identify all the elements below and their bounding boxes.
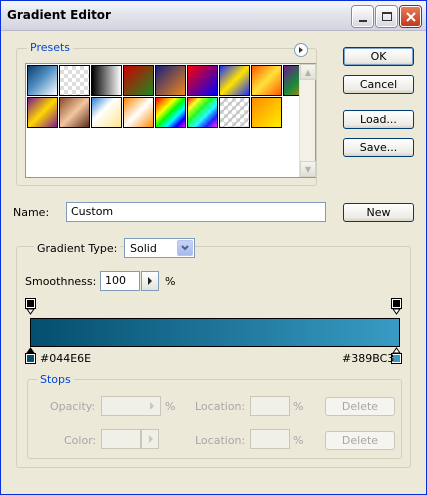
save-button[interactable]: Save... <box>343 138 414 157</box>
preset-swatch[interactable] <box>27 97 58 128</box>
preset-swatch[interactable] <box>91 97 122 128</box>
color-swatch-box[interactable] <box>101 429 141 449</box>
preset-swatch[interactable] <box>251 97 282 128</box>
color-stop-left[interactable] <box>25 347 36 367</box>
color-picker-button[interactable] <box>141 429 159 449</box>
presets-legend: Presets <box>27 41 74 54</box>
opacity-stop-icon <box>391 298 402 315</box>
maximize-icon <box>381 12 392 21</box>
close-icon <box>405 11 416 22</box>
opacity-input[interactable] <box>101 396 161 416</box>
color-label: Color: <box>64 434 97 447</box>
cancel-button[interactable]: Cancel <box>343 75 414 94</box>
opacity-stop-left[interactable] <box>25 298 36 318</box>
preset-swatch[interactable] <box>219 65 250 96</box>
color-stop-icon <box>25 347 36 364</box>
opacity-label: Opacity: <box>50 400 96 413</box>
preset-swatch[interactable] <box>123 65 154 96</box>
load-button[interactable]: Load... <box>343 110 414 129</box>
gradient-type-value: Solid <box>130 242 157 255</box>
ok-button[interactable]: OK <box>343 47 414 66</box>
color-delete-button[interactable]: Delete <box>325 431 395 450</box>
preset-swatch[interactable] <box>187 97 218 128</box>
gradient-type-dropdown-button[interactable] <box>177 240 193 256</box>
smoothness-unit: % <box>165 275 176 288</box>
opacity-location-label: Location: <box>195 400 246 413</box>
chevron-down-icon <box>181 245 189 251</box>
new-button[interactable]: New <box>343 203 414 222</box>
play-arrow-icon <box>150 402 154 410</box>
close-button[interactable] <box>400 6 421 27</box>
end-color-label: #389BC3 <box>342 352 395 365</box>
name-input[interactable]: Custom <box>66 202 326 222</box>
opacity-delete-button[interactable]: Delete <box>325 397 395 416</box>
preset-swatch[interactable] <box>251 65 282 96</box>
gradient-editor-window: Gradient Editor Presets ▲ ▼ OK Cancel Lo… <box>0 0 427 495</box>
preset-swatch[interactable] <box>187 65 218 96</box>
name-label: Name: <box>13 206 50 219</box>
opacity-stop-icon <box>25 298 36 315</box>
preset-swatch[interactable] <box>123 97 154 128</box>
preset-swatch[interactable] <box>155 97 186 128</box>
smoothness-input[interactable]: 100 <box>100 271 140 291</box>
preset-swatch[interactable] <box>155 65 186 96</box>
presets-scrollbar[interactable]: ▲ ▼ <box>299 64 316 177</box>
scroll-up-icon: ▲ <box>304 67 312 77</box>
smoothness-label: Smoothness: <box>25 275 97 288</box>
scroll-down-button[interactable]: ▼ <box>300 161 316 177</box>
preset-swatch[interactable] <box>91 65 122 96</box>
scroll-down-icon: ▼ <box>304 164 312 174</box>
title-bar[interactable]: Gradient Editor <box>1 1 426 31</box>
presets-menu-button[interactable] <box>294 43 308 57</box>
preset-swatch[interactable] <box>59 97 90 128</box>
opacity-stop-right[interactable] <box>391 298 402 318</box>
preset-swatch[interactable] <box>27 65 58 96</box>
gradient-type-label: Gradient Type: <box>34 242 121 255</box>
color-location-input[interactable] <box>250 429 290 449</box>
presets-list[interactable]: ▲ ▼ <box>25 63 316 178</box>
window-title: Gradient Editor <box>7 8 111 22</box>
stops-legend: Stops <box>37 373 74 386</box>
gradient-type-select[interactable]: Solid <box>124 238 195 258</box>
play-arrow-icon <box>148 277 152 285</box>
opacity-location-input[interactable] <box>250 396 290 416</box>
minimize-icon <box>358 19 367 22</box>
play-arrow-icon <box>299 47 303 53</box>
opacity-unit: % <box>165 400 176 413</box>
color-location-unit: % <box>293 434 304 447</box>
scroll-up-button[interactable]: ▲ <box>300 64 316 80</box>
play-arrow-icon <box>149 435 153 443</box>
gradient-preview-bar[interactable] <box>30 318 400 347</box>
preset-swatch[interactable] <box>59 65 90 96</box>
smoothness-stepper-button[interactable] <box>141 271 159 291</box>
opacity-location-unit: % <box>293 400 304 413</box>
maximize-button[interactable] <box>376 6 397 27</box>
color-location-label: Location: <box>195 434 246 447</box>
minimize-button[interactable] <box>352 6 373 27</box>
start-color-label: #044E6E <box>40 352 92 365</box>
preset-swatch[interactable] <box>219 97 250 128</box>
